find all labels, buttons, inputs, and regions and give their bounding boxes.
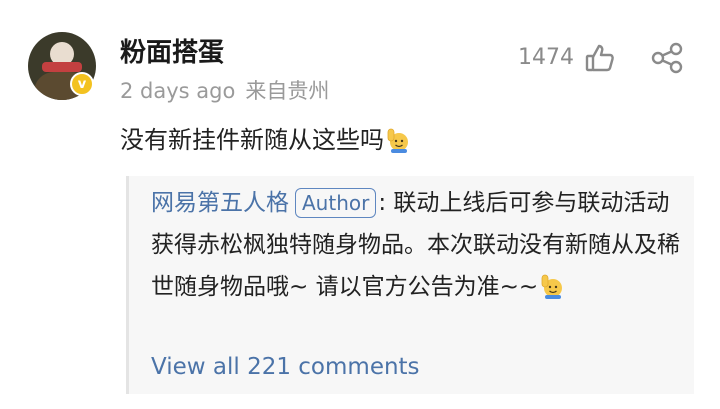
author-reply-box[interactable]: 网易第五人格 Author: 联动上线后可参与联动活动获得赤松枫独特随身物品。本次… xyxy=(126,176,694,394)
comment-time: 2 days ago xyxy=(120,79,236,103)
author-badge: Author xyxy=(295,188,377,218)
raising-hand-emoji-icon xyxy=(386,127,412,153)
reply-text: 网易第五人格 Author: 联动上线后可参与联动活动获得赤松枫独特随身物品。本次… xyxy=(151,182,691,308)
comment-text: 没有新挂件新随从这些吗 xyxy=(120,120,412,155)
raising-hand-emoji-icon xyxy=(540,271,566,299)
like-count: 1474 xyxy=(518,45,574,70)
comment-meta: 2 days ago 来自贵州 xyxy=(120,75,329,105)
reply-separator: : xyxy=(378,190,394,216)
view-all-comments-link[interactable]: View all 221 comments xyxy=(151,354,420,380)
avatar-scarf xyxy=(42,62,82,72)
reply-author[interactable]: 网易第五人格 xyxy=(151,190,289,216)
verified-badge-icon: v xyxy=(70,72,94,96)
username[interactable]: 粉面搭蛋 xyxy=(120,32,224,69)
thumbs-up-icon[interactable] xyxy=(584,42,616,78)
comment-body: 没有新挂件新随从这些吗 xyxy=(120,126,384,154)
comment-location: 来自贵州 xyxy=(245,79,330,103)
share-icon[interactable] xyxy=(650,42,684,78)
